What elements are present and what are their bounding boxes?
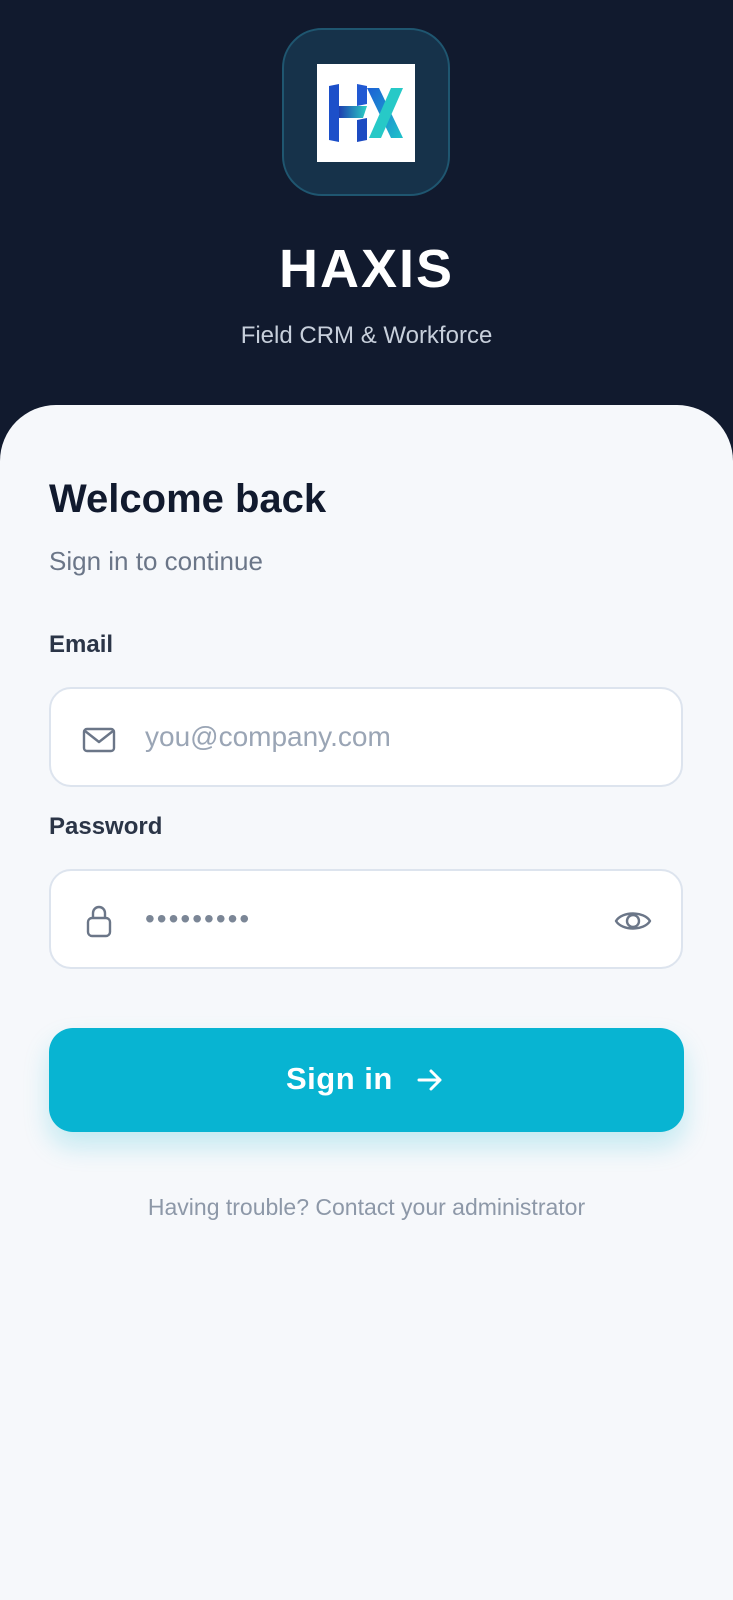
page-title: Welcome back bbox=[49, 477, 327, 521]
header: HAXIS Field CRM & Workforce bbox=[0, 0, 733, 420]
password-field-container[interactable] bbox=[49, 869, 683, 969]
app-name: HAXIS bbox=[278, 239, 455, 299]
haxis-logo-icon bbox=[329, 84, 403, 142]
login-card: Welcome back Sign in to continue Email P… bbox=[0, 405, 733, 1600]
password-label: Password bbox=[49, 813, 163, 840]
email-label: Email bbox=[49, 631, 114, 658]
sign-in-label: Sign in bbox=[286, 1061, 393, 1096]
help-link[interactable]: Having trouble? Contact your administrat… bbox=[0, 1194, 733, 1221]
app-logo bbox=[317, 64, 415, 162]
page-subtitle: Sign in to continue bbox=[49, 546, 263, 576]
sign-in-button[interactable]: Sign in bbox=[49, 1028, 684, 1132]
arrow-right-icon bbox=[417, 1069, 442, 1091]
lock-icon bbox=[86, 905, 112, 938]
password-input[interactable] bbox=[145, 891, 585, 947]
eye-icon[interactable] bbox=[613, 903, 653, 939]
email-field-container[interactable] bbox=[49, 687, 683, 787]
app-tagline: Field CRM & Workforce bbox=[240, 322, 493, 349]
mail-icon bbox=[82, 727, 116, 753]
email-input[interactable] bbox=[145, 709, 585, 765]
app-logo-tile bbox=[282, 28, 450, 196]
